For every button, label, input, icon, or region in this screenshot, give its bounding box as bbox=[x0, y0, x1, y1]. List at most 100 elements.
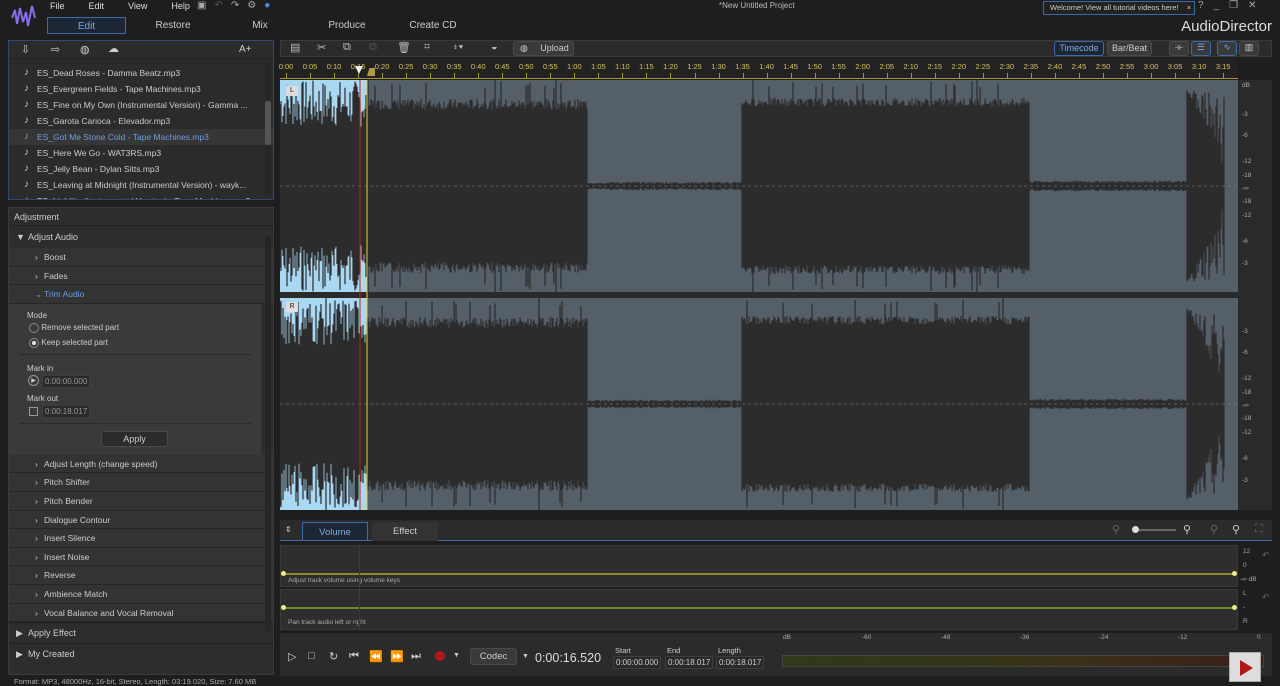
import-icon[interactable]: ⇩ bbox=[21, 43, 30, 56]
section-item[interactable]: › Insert Silence bbox=[9, 529, 273, 548]
close-icon[interactable]: × bbox=[1187, 2, 1191, 14]
radio-keep[interactable]: Keep selected part bbox=[29, 337, 108, 348]
crop-icon[interactable]: ⌗ bbox=[424, 41, 430, 54]
play-icon[interactable]: ▷ bbox=[288, 650, 296, 663]
menu-help[interactable]: Help bbox=[171, 1, 190, 11]
apply-button[interactable]: Apply bbox=[101, 430, 168, 447]
menu-view[interactable]: View bbox=[128, 1, 147, 11]
close-window-icon[interactable]: ✕ bbox=[1248, 0, 1266, 11]
volume-line[interactable] bbox=[284, 573, 1234, 575]
loop-icon[interactable]: ↻ bbox=[329, 650, 338, 663]
tab-effect[interactable]: Effect bbox=[372, 522, 438, 541]
export-icon[interactable]: ⇨ bbox=[51, 43, 60, 56]
redo-icon[interactable]: ↷ bbox=[231, 0, 247, 11]
mark-out-field[interactable]: 0:00:18.017 bbox=[42, 404, 91, 418]
zoom-slider[interactable] bbox=[1132, 526, 1176, 533]
cloud-icon[interactable]: ☁ bbox=[108, 42, 119, 55]
file-item[interactable]: ♪ ES_Evergreen Fields - Tape Machines.mp3 bbox=[9, 81, 273, 97]
go-end-icon[interactable]: ⏭ bbox=[411, 650, 421, 663]
section-item[interactable]: › Pitch Shifter bbox=[9, 473, 273, 492]
delete-icon[interactable]: 🗑 bbox=[397, 41, 411, 54]
pan-key[interactable] bbox=[1232, 605, 1237, 610]
save-icon[interactable]: ▣ bbox=[197, 0, 214, 11]
undo-icon[interactable]: ↶ bbox=[214, 0, 230, 11]
codec-button[interactable]: Codec bbox=[470, 648, 517, 665]
file-item[interactable]: ♪ ES_Here We Go - WAT3RS.mp3 bbox=[9, 145, 273, 161]
new-file-icon[interactable]: ▤ bbox=[290, 41, 300, 54]
notification-icon[interactable]: ● bbox=[264, 0, 278, 11]
section-item[interactable]: › Insert Noise bbox=[9, 547, 273, 567]
playhead-marker[interactable] bbox=[355, 66, 363, 74]
font-size-button[interactable]: A+ bbox=[239, 44, 252, 55]
pan-lane[interactable]: Pan track audio left or right bbox=[280, 589, 1238, 630]
settings-icon[interactable]: ⚙ bbox=[247, 0, 264, 11]
end-field[interactable]: 0:00:18.017 bbox=[665, 656, 714, 669]
volume-lane[interactable]: Adjust track volume using volume keys bbox=[280, 545, 1238, 587]
wave-display-icon[interactable]: ∿ bbox=[1217, 41, 1237, 56]
welcome-tooltip[interactable]: Welcome! View all tutorial videos here! × bbox=[1043, 1, 1195, 15]
file-item[interactable]: ♪ ES_Garota Carioca - Elevador.mp3 bbox=[9, 113, 273, 129]
section-trim-audio[interactable]: ⌄ Trim Audio bbox=[9, 285, 273, 304]
tab-create-cd[interactable]: Create CD bbox=[400, 17, 466, 34]
mark-in-field[interactable]: 0:00:00.000 bbox=[42, 374, 91, 388]
record-icon[interactable] bbox=[435, 651, 445, 661]
tab-volume[interactable]: Volume bbox=[302, 522, 368, 541]
file-item[interactable]: ♪ ES_Got Me Stone Cold - Tape Machines.mp… bbox=[9, 129, 273, 145]
pan-key[interactable] bbox=[281, 605, 286, 610]
tab-restore[interactable]: Restore bbox=[140, 17, 206, 34]
fit-view-icon[interactable]: ⛶ bbox=[1255, 523, 1263, 536]
capture-icon[interactable]: ◒ bbox=[491, 41, 498, 53]
pan-line[interactable] bbox=[284, 607, 1234, 609]
mark-out-checkbox[interactable] bbox=[29, 406, 38, 416]
section-item[interactable]: › Adjust Length (change speed) bbox=[9, 454, 273, 474]
zoom-in-horizontal-icon[interactable]: ⚲ bbox=[1183, 523, 1191, 536]
adjust-audio-group[interactable]: ▼ Adjust Audio bbox=[9, 226, 273, 248]
section-item[interactable]: › Dialogue Contour bbox=[9, 510, 273, 530]
cut-icon[interactable]: ✂ bbox=[317, 41, 326, 54]
play-preview-button[interactable] bbox=[1229, 652, 1261, 682]
my-created-group[interactable]: ▶ My Created bbox=[9, 643, 273, 664]
radio-remove[interactable]: Remove selected part bbox=[29, 322, 119, 333]
reset-volume-icon[interactable]: ↶ bbox=[1262, 550, 1270, 561]
menu-edit[interactable]: Edit bbox=[89, 1, 105, 11]
fast-forward-icon[interactable]: ⏩ bbox=[390, 650, 404, 663]
section-item[interactable]: › Pitch Bender bbox=[9, 491, 273, 511]
volume-key[interactable] bbox=[281, 571, 286, 576]
barbeat-toggle[interactable]: Bar/Beat bbox=[1107, 41, 1152, 56]
tab-mix[interactable]: Mix bbox=[240, 17, 280, 34]
minimize-icon[interactable]: _ bbox=[1214, 0, 1230, 11]
rewind-icon[interactable]: ⏪ bbox=[369, 650, 383, 663]
panel-scrollbar[interactable] bbox=[265, 236, 271, 631]
copy-icon[interactable]: ⧉ bbox=[343, 41, 351, 54]
waveform-display[interactable] bbox=[280, 80, 1238, 510]
tab-edit[interactable]: Edit bbox=[47, 17, 126, 34]
globe-icon[interactable]: ◍ bbox=[80, 43, 90, 56]
section-item[interactable]: › Ambience Match bbox=[9, 584, 273, 604]
section-item[interactable]: › Boost bbox=[9, 248, 273, 267]
file-item[interactable]: ♪ ES_Leaving at Midnight (Instrumental Ve… bbox=[9, 177, 273, 193]
list-scrollbar[interactable] bbox=[265, 65, 271, 195]
section-item[interactable]: › Fades bbox=[9, 266, 273, 286]
zoom-out-horizontal-icon[interactable]: ⚲ bbox=[1112, 523, 1120, 536]
section-item[interactable]: › Vocal Balance and Vocal Removal bbox=[9, 603, 273, 623]
spectral-view-icon[interactable]: ☰ bbox=[1191, 41, 1211, 56]
apply-effect-group[interactable]: ▶ Apply Effect bbox=[9, 622, 273, 643]
length-field[interactable]: 0:00:18.017 bbox=[716, 656, 765, 669]
upload-button[interactable]: ◍ Upload bbox=[513, 41, 574, 56]
file-item[interactable]: ♪ ES_Liability (Instrumental Version) - T… bbox=[9, 193, 273, 199]
menu-file[interactable]: File bbox=[50, 1, 65, 11]
timecode-toggle[interactable]: Timecode bbox=[1054, 41, 1104, 56]
marker-icon[interactable]: ⍖▾ bbox=[452, 41, 463, 54]
record-dropdown-icon[interactable]: ▼ bbox=[453, 652, 460, 659]
file-item[interactable]: ♪ ES_Jelly Bean - Dylan Sitts.mp3 bbox=[9, 161, 273, 177]
tab-produce[interactable]: Produce bbox=[316, 17, 378, 34]
help-icon[interactable]: ? bbox=[1198, 0, 1214, 11]
file-item[interactable]: ♪ ES_Fine on My Own (Instrumental Version… bbox=[9, 97, 273, 113]
spectrum-display-icon[interactable]: ▥ bbox=[1239, 41, 1259, 56]
zoom-out-vertical-icon[interactable]: ⚲ bbox=[1210, 523, 1218, 536]
start-field[interactable]: 0:00:00.000 bbox=[613, 656, 662, 669]
reset-pan-icon[interactable]: ↶ bbox=[1262, 592, 1270, 603]
collapse-icon[interactable]: ⇕ bbox=[285, 525, 292, 534]
file-item[interactable]: ♪ ES_Dead Roses - Damma Beatz.mp3 bbox=[9, 65, 273, 81]
zoom-in-vertical-icon[interactable]: ⚲ bbox=[1232, 523, 1240, 536]
